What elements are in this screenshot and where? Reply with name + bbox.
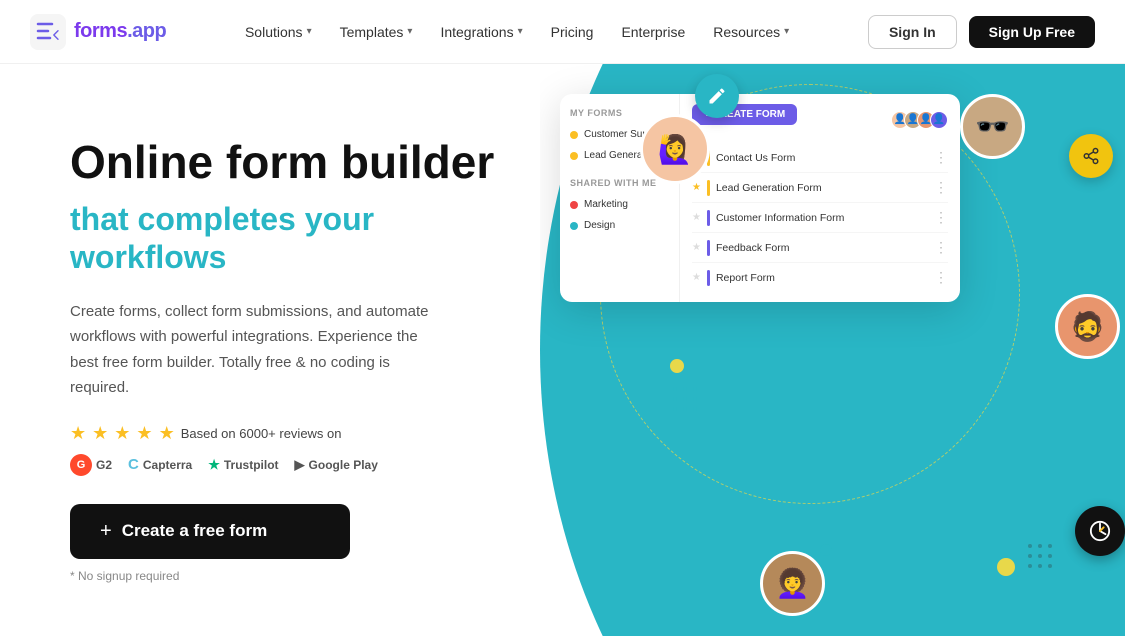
capterra-logo: C Capterra bbox=[128, 456, 192, 473]
sidebar-dot-icon bbox=[570, 222, 578, 230]
more-options-icon[interactable]: ⋮ bbox=[934, 269, 948, 286]
person-face-4: 👩‍🦱 bbox=[763, 554, 822, 613]
more-options-icon[interactable]: ⋮ bbox=[934, 179, 948, 196]
form-item-bar bbox=[707, 210, 710, 226]
form-item-left: ★ Lead Generation Form bbox=[692, 180, 822, 196]
dot-yellow-accent bbox=[670, 359, 684, 373]
person-avatar-1: 🙋‍♀️ bbox=[640, 114, 710, 184]
star-4: ★ bbox=[136, 423, 152, 444]
google-play-icon: ▶ bbox=[295, 457, 305, 473]
review-logos: G G2 C Capterra ★ Trustpilot ▶ Google Pl… bbox=[70, 454, 500, 476]
nav-solutions[interactable]: Solutions ▾ bbox=[233, 16, 324, 48]
star-3: ★ bbox=[114, 423, 130, 444]
chevron-down-icon: ▾ bbox=[407, 26, 412, 37]
form-card: MY FORMS Customer Support Lead Generatio… bbox=[560, 94, 960, 302]
form-list-item-2[interactable]: ★ Lead Generation Form ⋮ bbox=[692, 173, 948, 203]
star-icon: ★ bbox=[692, 212, 701, 223]
star-5: ★ bbox=[159, 423, 175, 444]
form-item-bar bbox=[707, 240, 710, 256]
person-avatar-2: 🕶️ bbox=[960, 94, 1025, 159]
no-signup-note: * No signup required bbox=[70, 569, 500, 583]
dot-grid-decoration bbox=[670, 384, 710, 429]
trustpilot-logo: ★ Trustpilot bbox=[208, 457, 278, 473]
dot-grid-decoration-2 bbox=[1025, 541, 1065, 586]
signin-button[interactable]: Sign In bbox=[868, 15, 957, 49]
hero-right: 🙋‍♀️ 🕶️ 🧔 👩‍🦱 MY FORMS Customer Support bbox=[540, 64, 1125, 636]
star-1: ★ bbox=[70, 423, 86, 444]
mini-avatar: 👤 bbox=[930, 111, 948, 129]
signup-button[interactable]: Sign Up Free bbox=[969, 16, 1095, 48]
more-options-icon[interactable]: ⋮ bbox=[934, 149, 948, 166]
chevron-down-icon: ▾ bbox=[518, 26, 523, 37]
plus-icon: + bbox=[100, 520, 112, 543]
nav-resources[interactable]: Resources ▾ bbox=[701, 16, 801, 48]
person-face-2: 🕶️ bbox=[963, 97, 1022, 156]
chart-icon-float bbox=[1075, 506, 1125, 556]
form-card-main: + CREATE FORM 👤 👤 👤 👤 ★ bbox=[680, 94, 960, 302]
main-content: Online form builder that completes your … bbox=[0, 64, 1125, 636]
trustpilot-star-icon: ★ bbox=[208, 457, 220, 473]
sidebar-dot-icon bbox=[570, 131, 578, 139]
capterra-icon: C bbox=[128, 456, 139, 473]
nav-enterprise[interactable]: Enterprise bbox=[609, 16, 697, 48]
person-face-1: 🙋‍♀️ bbox=[643, 117, 707, 181]
nav-pricing[interactable]: Pricing bbox=[539, 16, 606, 48]
hero-description: Create forms, collect form submissions, … bbox=[70, 299, 450, 401]
create-form-button[interactable]: + Create a free form bbox=[70, 504, 350, 559]
sidebar-item-marketing[interactable]: Marketing bbox=[560, 194, 679, 215]
form-list-item-5[interactable]: ★ Report Form ⋮ bbox=[692, 263, 948, 292]
hero-subtitle: that completes your workflows bbox=[70, 200, 500, 277]
star-icon: ★ bbox=[692, 182, 701, 193]
person-face-3: 🧔 bbox=[1058, 297, 1117, 356]
form-item-left: ★ Feedback Form bbox=[692, 240, 790, 256]
nav-integrations[interactable]: Integrations ▾ bbox=[428, 16, 534, 48]
form-item-left: ★ Customer Information Form bbox=[692, 210, 844, 226]
chevron-down-icon: ▾ bbox=[784, 26, 789, 37]
create-form-label: Create a free form bbox=[122, 521, 268, 541]
hero-left: Online form builder that completes your … bbox=[0, 64, 540, 636]
logo[interactable]: forms.app bbox=[30, 14, 166, 50]
form-list-item-1[interactable]: ★ Contact Us Form ⋮ bbox=[692, 143, 948, 173]
person-avatar-3: 🧔 bbox=[1055, 294, 1120, 359]
pencil-icon-float bbox=[695, 74, 739, 118]
g2-logo: G G2 bbox=[70, 454, 112, 476]
star-icon: ★ bbox=[692, 242, 701, 253]
form-item-bar bbox=[707, 270, 710, 286]
googleplay-logo: ▶ Google Play bbox=[295, 457, 378, 473]
header-actions: Sign In Sign Up Free bbox=[868, 15, 1095, 49]
collaborators-avatars: 👤 👤 👤 👤 bbox=[891, 111, 948, 129]
reviews-text: Based on 6000+ reviews on bbox=[181, 426, 342, 441]
person-avatar-4: 👩‍🦱 bbox=[760, 551, 825, 616]
star-rating: ★ ★ ★ ★ ★ Based on 6000+ reviews on bbox=[70, 423, 500, 444]
logo-text: forms.app bbox=[74, 20, 166, 43]
chevron-down-icon: ▾ bbox=[307, 26, 312, 37]
more-options-icon[interactable]: ⋮ bbox=[934, 239, 948, 256]
dot-yellow-accent-2 bbox=[997, 558, 1015, 576]
form-item-bar bbox=[707, 180, 710, 196]
sidebar-item-design[interactable]: Design bbox=[560, 215, 679, 236]
form-list-item-4[interactable]: ★ Feedback Form ⋮ bbox=[692, 233, 948, 263]
sidebar-dot-icon bbox=[570, 201, 578, 209]
sidebar-dot-icon bbox=[570, 152, 578, 160]
nav-templates[interactable]: Templates ▾ bbox=[328, 16, 425, 48]
g2-badge: G bbox=[70, 454, 92, 476]
share-icon-float bbox=[1069, 134, 1113, 178]
more-options-icon[interactable]: ⋮ bbox=[934, 209, 948, 226]
header: forms.app Solutions ▾ Templates ▾ Integr… bbox=[0, 0, 1125, 64]
form-list-item-3[interactable]: ★ Customer Information Form ⋮ bbox=[692, 203, 948, 233]
dot-teal-accent bbox=[820, 544, 832, 556]
form-item-left: ★ Report Form bbox=[692, 270, 775, 286]
main-nav: Solutions ▾ Templates ▾ Integrations ▾ P… bbox=[233, 16, 801, 48]
hero-title: Online form builder bbox=[70, 137, 500, 188]
star-2: ★ bbox=[92, 423, 108, 444]
star-icon: ★ bbox=[692, 272, 701, 283]
